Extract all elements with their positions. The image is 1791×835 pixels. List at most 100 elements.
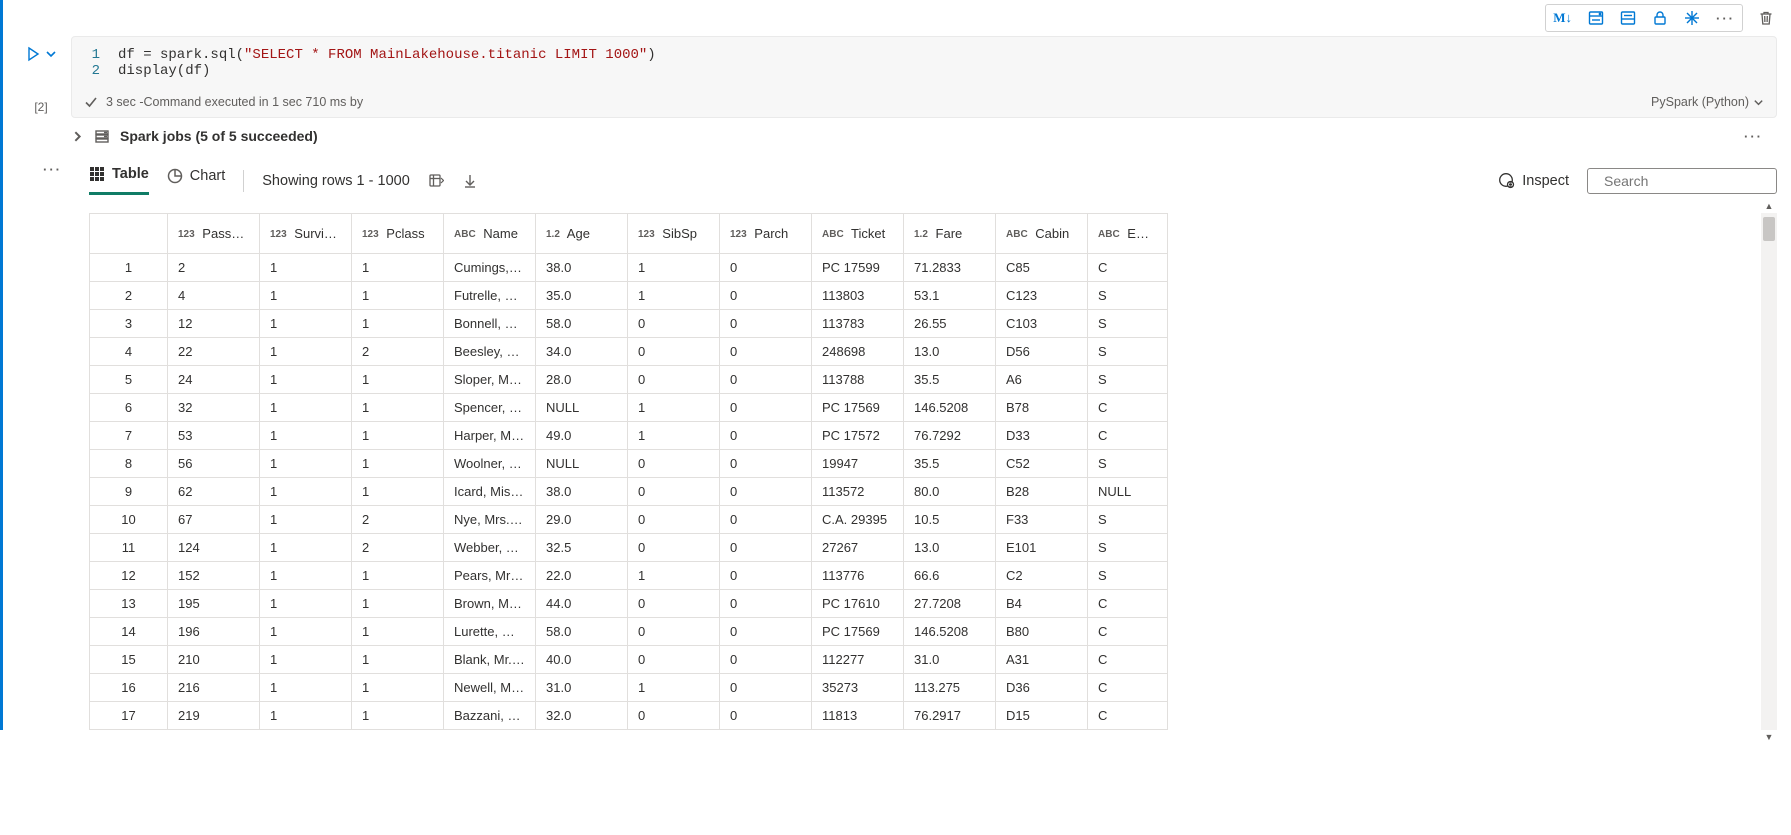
table-row[interactable]: 85611Woolner, M...NULL001994735.5C52S bbox=[90, 450, 1168, 478]
data-cell[interactable]: Bonnell, Mis... bbox=[444, 310, 536, 338]
data-cell[interactable]: 1 bbox=[352, 254, 444, 282]
data-cell[interactable]: 27267 bbox=[812, 534, 904, 562]
spark-jobs-label[interactable]: Spark jobs (5 of 5 succeeded) bbox=[120, 128, 318, 144]
data-cell[interactable]: Spencer, Mr... bbox=[444, 394, 536, 422]
data-cell[interactable]: 1 bbox=[628, 282, 720, 310]
data-cell[interactable]: D15 bbox=[996, 702, 1088, 730]
data-cell[interactable]: Pears, Mrs. ... bbox=[444, 562, 536, 590]
data-cell[interactable]: 2 bbox=[352, 506, 444, 534]
data-cell[interactable]: 112277 bbox=[812, 646, 904, 674]
table-row[interactable]: 96211Icard, Miss. ...38.00011357280.0B28… bbox=[90, 478, 1168, 506]
code-text[interactable]: display(df) bbox=[118, 63, 1776, 79]
freeze-icon[interactable] bbox=[1681, 7, 1703, 29]
table-row[interactable]: 1211Cumings, M...38.010PC 1759971.2833C8… bbox=[90, 254, 1168, 282]
data-cell[interactable]: 0 bbox=[628, 478, 720, 506]
scroll-up-icon[interactable]: ▲ bbox=[1761, 201, 1777, 211]
data-cell[interactable]: 35.5 bbox=[904, 450, 996, 478]
data-cell[interactable]: 4 bbox=[168, 282, 260, 310]
data-cell[interactable]: 1 bbox=[352, 674, 444, 702]
data-cell[interactable]: 67 bbox=[168, 506, 260, 534]
data-cell[interactable]: C103 bbox=[996, 310, 1088, 338]
code-line[interactable]: 2display(df) bbox=[72, 63, 1776, 79]
data-cell[interactable]: 1 bbox=[352, 394, 444, 422]
data-cell[interactable]: 1 bbox=[628, 422, 720, 450]
column-header[interactable]: 123 Pclass bbox=[352, 214, 444, 254]
data-cell[interactable]: 1 bbox=[260, 338, 352, 366]
data-cell[interactable]: 146.5208 bbox=[904, 394, 996, 422]
data-cell[interactable]: 34.0 bbox=[536, 338, 628, 366]
delete-cell-icon[interactable] bbox=[1755, 7, 1777, 29]
data-cell[interactable]: 22 bbox=[168, 338, 260, 366]
data-cell[interactable]: 0 bbox=[628, 366, 720, 394]
data-cell[interactable]: C bbox=[1088, 702, 1168, 730]
data-cell[interactable]: 1 bbox=[260, 422, 352, 450]
data-cell[interactable]: D56 bbox=[996, 338, 1088, 366]
search-box[interactable] bbox=[1587, 168, 1777, 194]
data-cell[interactable]: S bbox=[1088, 534, 1168, 562]
data-cell[interactable]: C.A. 29395 bbox=[812, 506, 904, 534]
data-cell[interactable]: 1 bbox=[260, 310, 352, 338]
data-cell[interactable]: C bbox=[1088, 674, 1168, 702]
code-text[interactable]: df = spark.sql("SELECT * FROM MainLakeho… bbox=[118, 47, 1776, 63]
data-cell[interactable]: 0 bbox=[720, 534, 812, 562]
data-cell[interactable]: 35.5 bbox=[904, 366, 996, 394]
table-row[interactable]: 1112412Webber, Mi...32.5002726713.0E101S bbox=[90, 534, 1168, 562]
data-cell[interactable]: PC 17569 bbox=[812, 618, 904, 646]
data-cell[interactable]: 0 bbox=[720, 450, 812, 478]
data-cell[interactable]: B80 bbox=[996, 618, 1088, 646]
data-cell[interactable]: 53 bbox=[168, 422, 260, 450]
cell-output-more-icon[interactable]: ··· bbox=[43, 162, 62, 177]
data-cell[interactable]: A31 bbox=[996, 646, 1088, 674]
data-cell[interactable]: 0 bbox=[720, 702, 812, 730]
data-cell[interactable]: 2 bbox=[168, 254, 260, 282]
table-row[interactable]: 2411Futrelle, Mrs...35.01011380353.1C123… bbox=[90, 282, 1168, 310]
data-cell[interactable]: 31.0 bbox=[536, 674, 628, 702]
data-cell[interactable]: 80.0 bbox=[904, 478, 996, 506]
hide-input-icon[interactable] bbox=[1617, 7, 1639, 29]
data-cell[interactable]: 113803 bbox=[812, 282, 904, 310]
data-cell[interactable]: B4 bbox=[996, 590, 1088, 618]
data-cell[interactable]: 1 bbox=[260, 646, 352, 674]
data-cell[interactable]: 0 bbox=[628, 338, 720, 366]
data-cell[interactable]: C52 bbox=[996, 450, 1088, 478]
data-cell[interactable]: 29.0 bbox=[536, 506, 628, 534]
data-cell[interactable]: 66.6 bbox=[904, 562, 996, 590]
data-cell[interactable]: 56 bbox=[168, 450, 260, 478]
data-cell[interactable]: C85 bbox=[996, 254, 1088, 282]
data-cell[interactable]: 35273 bbox=[812, 674, 904, 702]
column-header[interactable]: 1.2 Age bbox=[536, 214, 628, 254]
data-cell[interactable]: 1 bbox=[352, 562, 444, 590]
data-cell[interactable]: 38.0 bbox=[536, 478, 628, 506]
data-cell[interactable]: PC 17599 bbox=[812, 254, 904, 282]
data-cell[interactable]: 248698 bbox=[812, 338, 904, 366]
data-cell[interactable]: 113.275 bbox=[904, 674, 996, 702]
data-cell[interactable]: 1 bbox=[352, 646, 444, 674]
data-cell[interactable]: C bbox=[1088, 422, 1168, 450]
code-line[interactable]: 1df = spark.sql("SELECT * FROM MainLakeh… bbox=[72, 47, 1776, 63]
data-cell[interactable]: 1 bbox=[260, 478, 352, 506]
data-cell[interactable]: 62 bbox=[168, 478, 260, 506]
more-cell-actions-icon[interactable]: ··· bbox=[1713, 8, 1738, 29]
data-cell[interactable]: S bbox=[1088, 506, 1168, 534]
data-cell[interactable]: 1 bbox=[628, 562, 720, 590]
data-cell[interactable]: 1 bbox=[352, 478, 444, 506]
data-cell[interactable]: 113783 bbox=[812, 310, 904, 338]
data-cell[interactable]: S bbox=[1088, 338, 1168, 366]
data-cell[interactable]: 28.0 bbox=[536, 366, 628, 394]
data-cell[interactable]: 24 bbox=[168, 366, 260, 394]
data-cell[interactable]: 1 bbox=[352, 618, 444, 646]
data-cell[interactable]: Beesley, Mr.... bbox=[444, 338, 536, 366]
data-cell[interactable]: 1 bbox=[260, 562, 352, 590]
data-cell[interactable]: 196 bbox=[168, 618, 260, 646]
data-cell[interactable]: 0 bbox=[720, 618, 812, 646]
data-cell[interactable]: 0 bbox=[720, 422, 812, 450]
data-cell[interactable]: 146.5208 bbox=[904, 618, 996, 646]
data-cell[interactable]: 2 bbox=[352, 534, 444, 562]
search-input[interactable] bbox=[1604, 173, 1785, 189]
run-menu-chevron-icon[interactable] bbox=[45, 48, 57, 60]
data-cell[interactable]: 0 bbox=[628, 506, 720, 534]
data-cell[interactable]: 1 bbox=[260, 254, 352, 282]
view-tab-table[interactable]: Table bbox=[89, 166, 149, 195]
download-icon[interactable] bbox=[462, 173, 478, 189]
data-cell[interactable]: 1 bbox=[352, 282, 444, 310]
